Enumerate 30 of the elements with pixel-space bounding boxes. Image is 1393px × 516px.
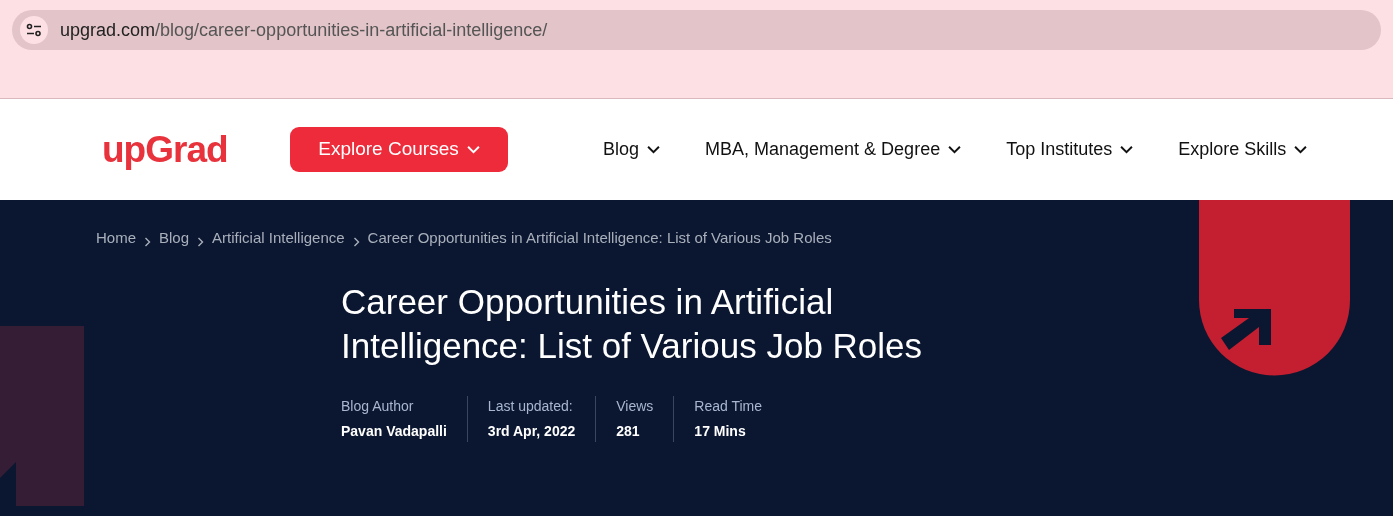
chevron-down-icon [466, 145, 480, 154]
chevron-right-icon [144, 237, 151, 248]
chevron-right-icon [352, 237, 360, 248]
site-settings-icon[interactable] [20, 16, 48, 44]
meta-value: 3rd Apr, 2022 [487, 421, 576, 441]
breadcrumb-link[interactable]: Artificial Intelligence [212, 227, 345, 250]
nav-menu-item[interactable]: Blog [603, 136, 661, 163]
meta-label: Views [616, 396, 654, 416]
meta-label: Read Time [694, 396, 763, 416]
breadcrumb-link[interactable]: Home [96, 227, 136, 250]
chevron-down-icon [647, 145, 661, 154]
chevron-down-icon [1294, 145, 1308, 154]
nav-menu-item[interactable]: MBA, Management & Degree [705, 136, 962, 163]
url-text: upgrad.com/blog/career-opportunities-in-artificial-intelligence/ [60, 18, 548, 42]
meta-value: 17 Mins [694, 421, 747, 441]
meta-label: Last updated: [487, 396, 574, 416]
chevron-right-icon [197, 237, 205, 248]
address-bar[interactable]: upgrad.com/blog/career-opportunities-in-artificial-intelligence/ [12, 10, 1381, 50]
nav-menu-item[interactable]: Top Institutes [1006, 136, 1134, 163]
nav-menu-item[interactable]: Explore Skills [1178, 136, 1308, 163]
brand-logo[interactable]: upGrad [102, 121, 290, 178]
chevron-down-icon [948, 145, 962, 154]
meta-value: 281 [616, 421, 641, 441]
chevron-down-icon [1120, 145, 1134, 154]
article-title: Career Opportunities in Artificial Intelligence: List of Various Job Roles [341, 280, 924, 367]
breadcrumb-link[interactable]: Blog [159, 227, 190, 250]
breadcrumb-current: Career Opportunities in Artificial Intelligence: List of Various Job Roles [367, 228, 832, 248]
meta-value: Pavan Vadapalli [341, 421, 447, 441]
explore-courses-button[interactable]: Explore Courses [290, 127, 508, 172]
meta-label: Blog Author [341, 396, 415, 416]
